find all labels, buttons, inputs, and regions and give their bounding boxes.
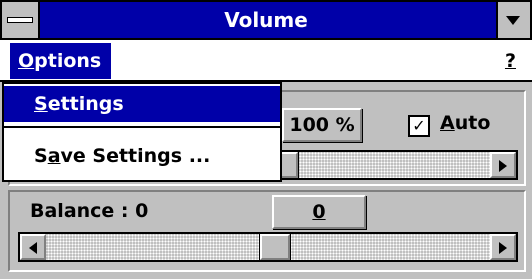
menu-help[interactable]: ? — [505, 43, 516, 79]
auto-checkbox[interactable]: ✓ — [408, 115, 430, 137]
auto-label: Auto — [440, 112, 490, 134]
balance-button-label: 0 — [312, 201, 326, 223]
options-mnemonic: O — [18, 50, 35, 72]
window-title: Volume — [224, 8, 308, 32]
menu-options[interactable]: Options — [10, 43, 112, 79]
save-label-rest: ve Settings ... — [60, 145, 211, 167]
system-menu-icon — [7, 17, 33, 23]
options-label: ptions — [34, 50, 102, 72]
checkmark-icon: ✓ — [412, 116, 426, 135]
balance-scroll-thumb[interactable] — [260, 234, 290, 260]
system-menu-button[interactable] — [2, 2, 40, 38]
minimize-button[interactable] — [496, 2, 530, 38]
volume-value-label: 100 % — [289, 114, 355, 136]
volume-scroll-right-button[interactable] — [490, 152, 516, 178]
balance-scroll-right-button[interactable] — [490, 234, 516, 260]
balance-label: Balance : 0 — [30, 200, 149, 222]
menu-bar: Options ? — [0, 40, 532, 82]
left-arrow-icon — [29, 242, 37, 254]
auto-mnemonic: A — [440, 112, 455, 134]
settings-mnemonic: S — [34, 93, 48, 115]
options-dropdown-menu: Settings Save Settings ... — [2, 82, 282, 182]
menu-separator — [4, 126, 280, 128]
balance-scrollbar[interactable] — [18, 232, 518, 262]
help-label: ? — [504, 50, 516, 72]
save-label-start: S — [34, 145, 48, 167]
title-bar: Volume — [0, 0, 532, 40]
settings-label: ettings — [47, 93, 124, 115]
right-arrow-icon — [499, 242, 507, 254]
right-arrow-icon — [499, 160, 507, 172]
balance-scroll-left-button[interactable] — [20, 234, 46, 260]
menu-item-settings[interactable]: Settings — [4, 86, 280, 122]
volume-window: Volume Options ? 100 % ✓ Auto Balance : … — [0, 0, 532, 279]
save-mnemonic: a — [47, 145, 61, 167]
auto-label-rest: uto — [454, 112, 491, 134]
menu-item-save-settings[interactable]: Save Settings ... — [4, 138, 280, 174]
minimize-arrow-icon — [506, 16, 520, 25]
volume-value-button[interactable]: 100 % — [282, 108, 362, 142]
balance-reset-button[interactable]: 0 — [272, 195, 366, 229]
